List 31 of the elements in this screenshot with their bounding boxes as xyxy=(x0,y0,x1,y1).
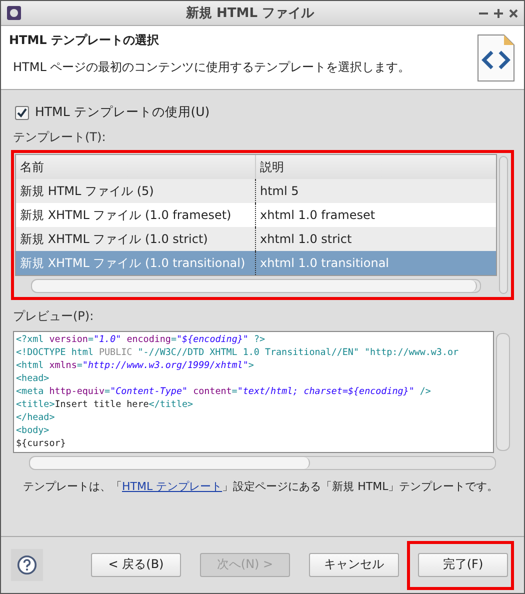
vertical-scrollbar[interactable] xyxy=(496,333,510,451)
html-file-icon xyxy=(476,34,516,82)
templates-label: テンプレート(T): xyxy=(13,129,107,146)
help-icon xyxy=(17,554,37,576)
table-cell: 新規 XHTML ファイル (1.0 transitional) xyxy=(16,251,256,275)
table-cell-text: xhtml 1.0 frameset xyxy=(259,207,376,224)
table-row[interactable]: 新規 XHTML ファイル (1.0 strict) xhtml 1.0 strict xyxy=(16,227,496,251)
page-title: HTML テンプレートの選択 xyxy=(9,32,160,49)
maximize-icon[interactable] xyxy=(494,8,503,18)
page-description: HTML ページの最初のコンテンツに使用するテンプレートを選択します。 xyxy=(12,59,412,76)
table-cell-text: xhtml 1.0 transitional xyxy=(259,255,390,272)
checkmark-icon xyxy=(17,108,27,118)
horizontal-scrollbar[interactable] xyxy=(29,456,496,470)
code-preview: <?xml version="1.0" encoding="${encoding}" ?> <!DOCTYPE html PUBLIC "-//W3C//DTD XHTML 1.0 Transitional//EN" "http://www.w3.or <html xmlns="http://www.w3.org/1999/xhtml"> <head> <meta http-equiv="Content-Type" content="text/html; charset=${encoding}" /> <title>Insert title here</title> </head> <body> ${cursor} xyxy=(13,331,494,453)
window-title: 新規 HTML ファイル xyxy=(184,4,316,22)
table-cell-text: xhtml 1.0 strict xyxy=(259,231,353,248)
horizontal-scrollbar[interactable] xyxy=(31,279,481,293)
dialog-button[interactable]: < 戻る(B) xyxy=(91,552,181,576)
template-link[interactable]: HTML テンプレート xyxy=(122,480,222,493)
help-button[interactable] xyxy=(11,549,43,581)
dialog-button[interactable]: 完了(F) xyxy=(418,552,508,576)
table-cell-text: html 5 xyxy=(259,183,300,200)
dialog-button[interactable]: キャンセル xyxy=(309,552,399,576)
template-note: テンプレートは、「HTML テンプレート」設定ページにある「新規 HTML」テンプレートです。 xyxy=(23,479,500,495)
use-template-checkbox[interactable]: HTML テンプレートの使用(U) xyxy=(15,104,512,121)
vertical-scrollbar[interactable] xyxy=(499,156,508,294)
preview-label: プレビュー(P): xyxy=(13,308,95,325)
app-icon xyxy=(7,6,21,20)
column-header[interactable]: 説明 xyxy=(256,155,496,179)
table-row[interactable]: 新規 HTML ファイル (5) html 5 xyxy=(16,179,496,203)
close-icon[interactable] xyxy=(509,8,518,18)
